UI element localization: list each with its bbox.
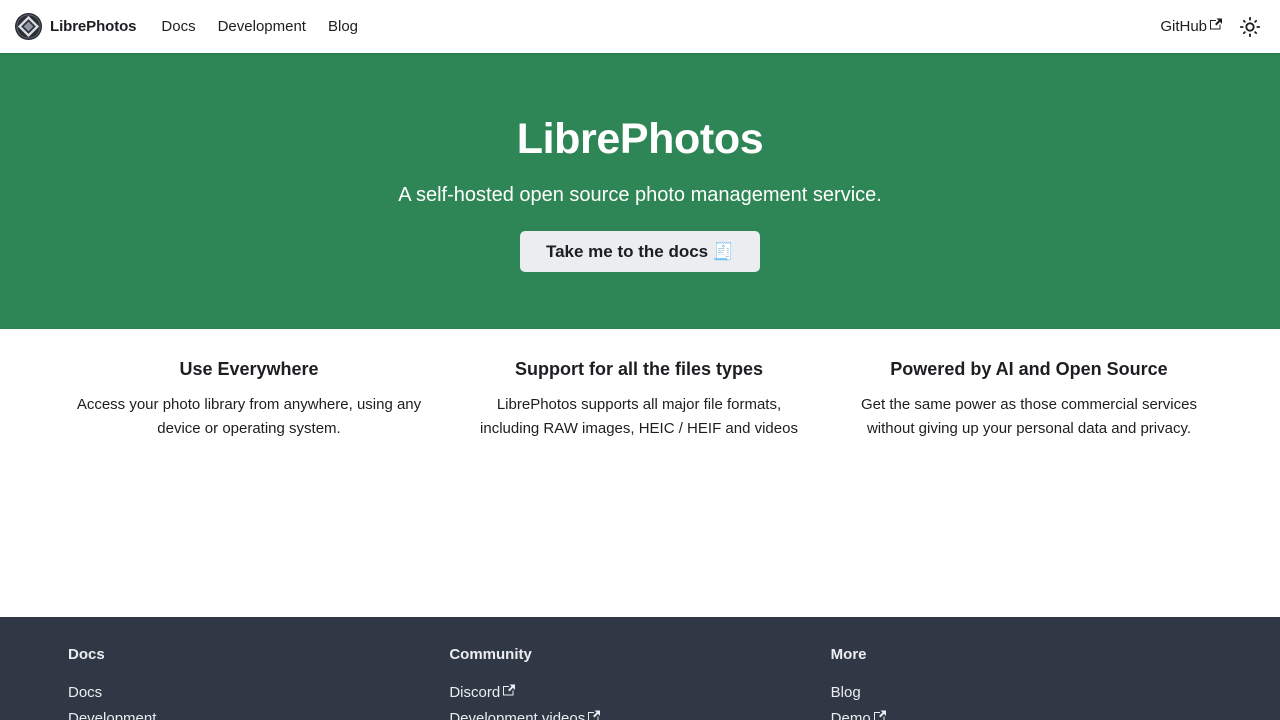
footer-link-list: Blog Demo	[831, 680, 1212, 720]
hero-subtitle: A self-hosted open source photo manageme…	[398, 184, 882, 206]
feature-description-line: device or operating system.	[157, 420, 341, 437]
footer-link-item: Development videos	[449, 706, 830, 720]
feature-title: Support for all the files types	[514, 359, 764, 379]
feature-file-types: Support for all the files types LibrePho…	[444, 329, 834, 617]
librephotos-logo-icon	[14, 12, 43, 41]
footer-column-more: More Blog Demo	[831, 617, 1212, 720]
footer-column-community: Community Discord Development videos	[449, 617, 830, 720]
feature-ai-open-source: Powered by AI and Open Source Get the sa…	[834, 329, 1224, 617]
feature-description-line: Access your photo library from anywhere,…	[76, 396, 422, 413]
feature-use-everywhere: Use Everywhere Access your photo library…	[54, 329, 444, 617]
brand-link[interactable]: LibrePhotos	[14, 12, 137, 41]
footer-link-list: Discord Development videos	[449, 680, 830, 720]
docs-cta-button[interactable]: Take me to the docs 🧾	[520, 231, 760, 272]
footer-link-item: Docs	[68, 680, 449, 706]
footer-link-list: Docs Development	[68, 680, 449, 720]
nav-link-blog[interactable]: Blog	[317, 0, 369, 53]
footer-link-item: Development	[68, 706, 449, 720]
external-link-icon	[588, 710, 601, 720]
feature-description-line: LibrePhotos supports all major file form…	[496, 396, 782, 413]
footer-link-label: Demo	[830, 710, 871, 720]
feature-title: Powered by AI and Open Source	[890, 359, 1168, 379]
navbar: LibrePhotos Docs Development Blog GitHub	[0, 0, 1280, 53]
footer-link-label: Discord	[449, 684, 501, 701]
footer-link-item: Blog	[831, 680, 1212, 706]
external-link-icon	[503, 684, 516, 696]
footer: Docs Docs Development Community Discord …	[0, 617, 1280, 720]
footer-link-docs[interactable]: Docs	[68, 684, 102, 701]
footer-link-blog[interactable]: Blog	[831, 684, 861, 701]
nav-link-github[interactable]: GitHub	[1149, 0, 1226, 53]
nav-link-docs[interactable]: Docs	[150, 0, 206, 53]
nav-link-development[interactable]: Development	[207, 0, 317, 53]
hero-title: LibrePhotos	[516, 115, 764, 163]
brand-name: LibrePhotos	[50, 18, 137, 35]
theme-toggle-button[interactable]	[1234, 11, 1266, 43]
sun-icon	[1239, 16, 1261, 37]
hero-banner: LibrePhotos A self-hosted open source ph…	[0, 53, 1280, 329]
footer-link-development-videos[interactable]: Development videos	[449, 710, 601, 720]
github-label: GitHub	[1160, 18, 1207, 35]
footer-column-docs: Docs Docs Development	[68, 617, 449, 720]
footer-link-development[interactable]: Development	[68, 710, 156, 720]
footer-link-item: Demo	[831, 706, 1212, 720]
footer-link-discord[interactable]: Discord	[449, 684, 516, 701]
footer-column-title: Community	[449, 646, 532, 663]
feature-description: Access your photo library from anywhere,…	[70, 393, 428, 441]
feature-description: Get the same power as those commercial s…	[850, 393, 1208, 441]
footer-link-label: Development videos	[449, 710, 586, 720]
footer-link-demo[interactable]: Demo	[831, 710, 886, 720]
external-link-icon	[1210, 18, 1222, 30]
footer-column-title: Docs	[68, 646, 105, 663]
feature-title: Use Everywhere	[179, 359, 319, 379]
features-section: Use Everywhere Access your photo library…	[0, 329, 1280, 617]
footer-link-item: Discord	[449, 680, 830, 706]
navbar-right: GitHub	[1149, 0, 1266, 53]
feature-description-line: without giving up your personal data and…	[866, 420, 1192, 437]
feature-description-line: Get the same power as those commercial s…	[861, 396, 1197, 413]
footer-column-title: More	[830, 646, 867, 663]
feature-description-line: including RAW images, HEIC / HEIF and vi…	[480, 420, 798, 437]
feature-description: LibrePhotos supports all major file form…	[460, 393, 818, 441]
external-link-icon	[873, 710, 886, 720]
